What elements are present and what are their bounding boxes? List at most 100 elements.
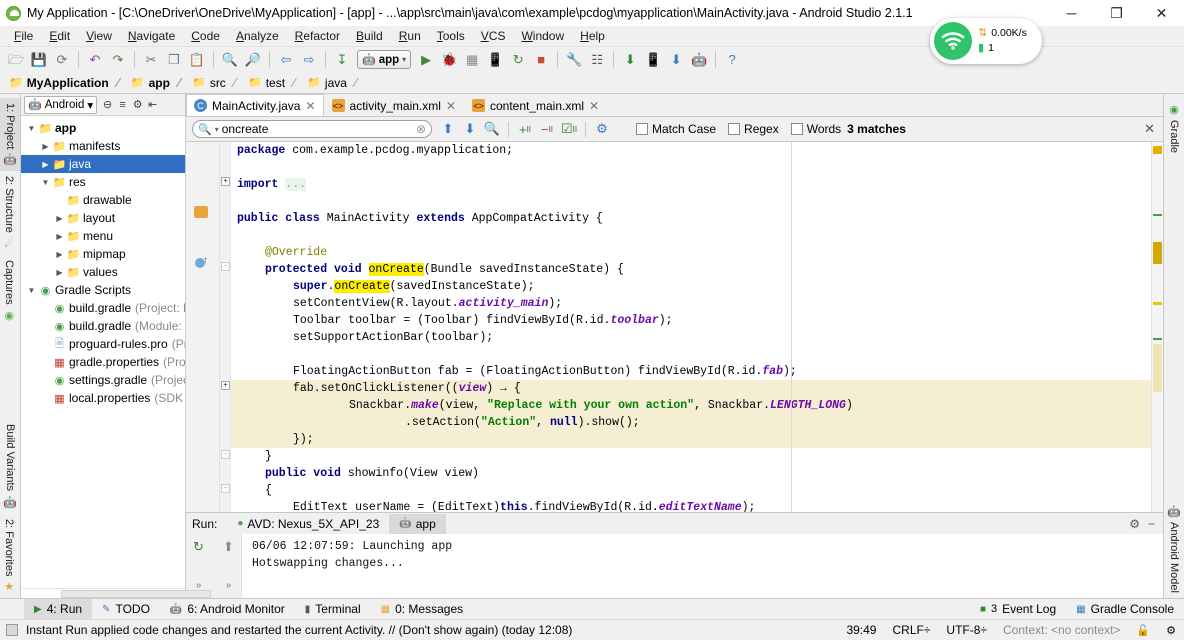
collapse-all-icon[interactable]: ⊖ [100,97,115,113]
run-icon[interactable]: ▶ [415,49,437,70]
fold-oncreate-icon[interactable]: − [221,262,230,271]
checkbox-match-case[interactable]: Match Case [636,122,716,136]
bottom-tab-0--messages[interactable]: ▦ 0: Messages [371,599,474,619]
menu-window[interactable]: Window [513,27,572,45]
avd-device-icon[interactable]: 📱 [642,49,664,70]
close-tab-icon[interactable]: ✕ [446,99,456,113]
checkbox-box[interactable] [728,123,741,135]
avd-manager-icon[interactable]: ☷ [586,49,608,70]
save-all-icon[interactable]: 💾 [28,49,50,70]
menu-help[interactable]: Help [572,27,613,45]
tree-item-selected[interactable]: ▶ 📁 java [21,155,185,173]
project-horizontal-scrollbar[interactable] [21,588,211,598]
code-line[interactable]: protected void onCreate(Bundle savedInst… [231,261,1151,278]
search-input-wrapper[interactable]: 🔍 ▾ ⊗ [192,120,432,138]
sdk-manager-icon[interactable]: 🔧 [563,49,585,70]
help-icon[interactable]: ? [721,49,743,70]
forward-icon[interactable]: ⇨ [298,49,320,70]
close-find-icon[interactable]: ✕ [1144,121,1155,137]
clear-search-icon[interactable]: ⊗ [416,122,426,136]
fold-showinfo-icon[interactable]: − [221,484,230,493]
left-tab-structure[interactable]: 2: Structure ☄ [0,171,18,255]
find-all-icon[interactable]: 🔍 [482,119,502,139]
code-line[interactable]: public class MainActivity extends AppCom… [231,210,1151,227]
bottom-tab-4--run[interactable]: ▶ 4: Run [24,599,93,619]
tree-item[interactable]: ▶ 📁 mipmap [21,245,185,263]
code-text[interactable]: package com.example.pcdog.myapplication;… [231,142,1151,512]
run-tab-app[interactable]: 🤖 app [389,513,446,534]
tree-item[interactable]: 📁 drawable [21,191,185,209]
debug-icon[interactable]: 🐞 [438,49,460,70]
menu-build[interactable]: Build [348,27,391,45]
bottom-tab-todo[interactable]: ✎ TODO [92,599,160,619]
checkbox-regex[interactable]: Regex [728,122,779,136]
expand-all-icon[interactable]: ≡ [115,97,130,113]
menu-view[interactable]: View [78,27,120,45]
code-line[interactable]: { [231,482,1151,499]
code-line[interactable]: import ... [231,176,1151,193]
left-tab-captures[interactable]: Captures ◉ [0,255,18,327]
editor-gutter[interactable]: ↑ ↑ [186,142,220,512]
tree-item[interactable]: ▼ ◉ Gradle Scripts [21,281,185,299]
editor-marker-track[interactable] [1151,142,1163,512]
rerun-icon[interactable]: ↻ [189,537,209,557]
left-tab-buildvariants[interactable]: Build Variants 🤖 [0,419,20,513]
code-editor[interactable]: ↑ ↑ + − + − − package com.example.pcdog.… [186,142,1163,512]
code-line[interactable]: fab.setOnClickListener((view) → { [231,380,1151,397]
tree-item[interactable]: ▦ local.properties(SDK L [21,389,185,407]
code-line[interactable]: @Override [231,244,1151,261]
redo-icon[interactable]: ↷ [107,49,129,70]
cut-icon[interactable]: ✂ [140,49,162,70]
search-input[interactable] [221,122,413,136]
menu-edit[interactable]: Edit [41,27,78,45]
tree-item[interactable]: ▶ 📁 layout [21,209,185,227]
bottom-tab-gradle-console[interactable]: ▦ Gradle Console [1066,599,1184,619]
search-scope-caret[interactable]: ▾ [215,125,219,134]
chevron-right-icon[interactable]: ▶ [39,142,52,151]
code-line[interactable]: Toolbar toolbar = (Toolbar) findViewById… [231,312,1151,329]
breadcrumb-item-java[interactable]: 📁 java ∕ [303,75,365,90]
menu-code[interactable]: Code [183,27,228,45]
inspector-icon[interactable]: ⚙ [1158,624,1184,637]
left-tab-favorites[interactable]: 2: Favorites ★ [0,514,18,598]
copy-icon[interactable]: ❐ [163,49,185,70]
sync-gradle-icon[interactable]: ⬇ [619,49,641,70]
code-line[interactable]: }); [231,431,1151,448]
code-line[interactable]: Snackbar.make(view, "Replace with your o… [231,397,1151,414]
chevron-right-icon[interactable]: ▶ [53,214,66,223]
code-line[interactable]: setSupportActionBar(toolbar); [231,329,1151,346]
settings-icon[interactable]: ⚙ [130,97,145,113]
chevron-right-icon[interactable]: ▶ [53,232,66,241]
file-encoding[interactable]: UTF-8÷ [938,623,995,637]
tree-item[interactable]: 🗎 proguard-rules.pro(Pr [21,335,185,353]
sdk-update-icon[interactable]: ⬇ [665,49,687,70]
run-settings-icon[interactable]: ⚙ [1123,517,1146,531]
line-separator[interactable]: CRLF÷ [884,623,938,637]
code-line[interactable] [231,193,1151,210]
sort-icon[interactable]: ↧ [331,49,353,70]
code-line[interactable] [231,159,1151,176]
paste-icon[interactable]: 📋 [186,49,208,70]
tree-item[interactable]: ▦ gradle.properties(Proj [21,353,185,371]
open-folder-icon[interactable]: 🗁 [5,49,27,70]
project-view-selector[interactable]: 🤖 Android ▾ [24,95,98,114]
close-tab-icon[interactable]: ✕ [305,99,315,113]
xml-marker-icon[interactable] [194,206,208,218]
right-tab-androidmodel[interactable]: 🤖 Android Model [1164,500,1184,598]
find-icon[interactable]: 🔍 [219,49,241,70]
chevron-right-icon[interactable]: ▶ [53,268,66,277]
right-tab-gradle[interactable]: ◉ Gradle [1165,98,1183,158]
attach-debugger-icon[interactable]: 📱 [484,49,506,70]
replace-icon[interactable]: 🔎 [242,49,264,70]
find-settings-icon[interactable]: ⚙ [592,119,612,139]
tree-item[interactable]: ▶ 📁 menu [21,227,185,245]
back-icon[interactable]: ⇦ [275,49,297,70]
remove-selection-icon[interactable]: − II [537,119,557,139]
run-tab-avd--nexus_5x_api_23[interactable]: ● AVD: Nexus_5X_API_23 [227,514,389,534]
checkbox-box[interactable] [636,123,648,135]
code-line[interactable] [231,346,1151,363]
breadcrumb-item-app[interactable]: 📁 app ∕ [127,75,188,90]
menu-run[interactable]: Run [391,27,429,45]
menu-refactor[interactable]: Refactor [287,27,348,45]
bottom-tab-event-log[interactable]: ■ 3 Event Log [970,599,1066,619]
